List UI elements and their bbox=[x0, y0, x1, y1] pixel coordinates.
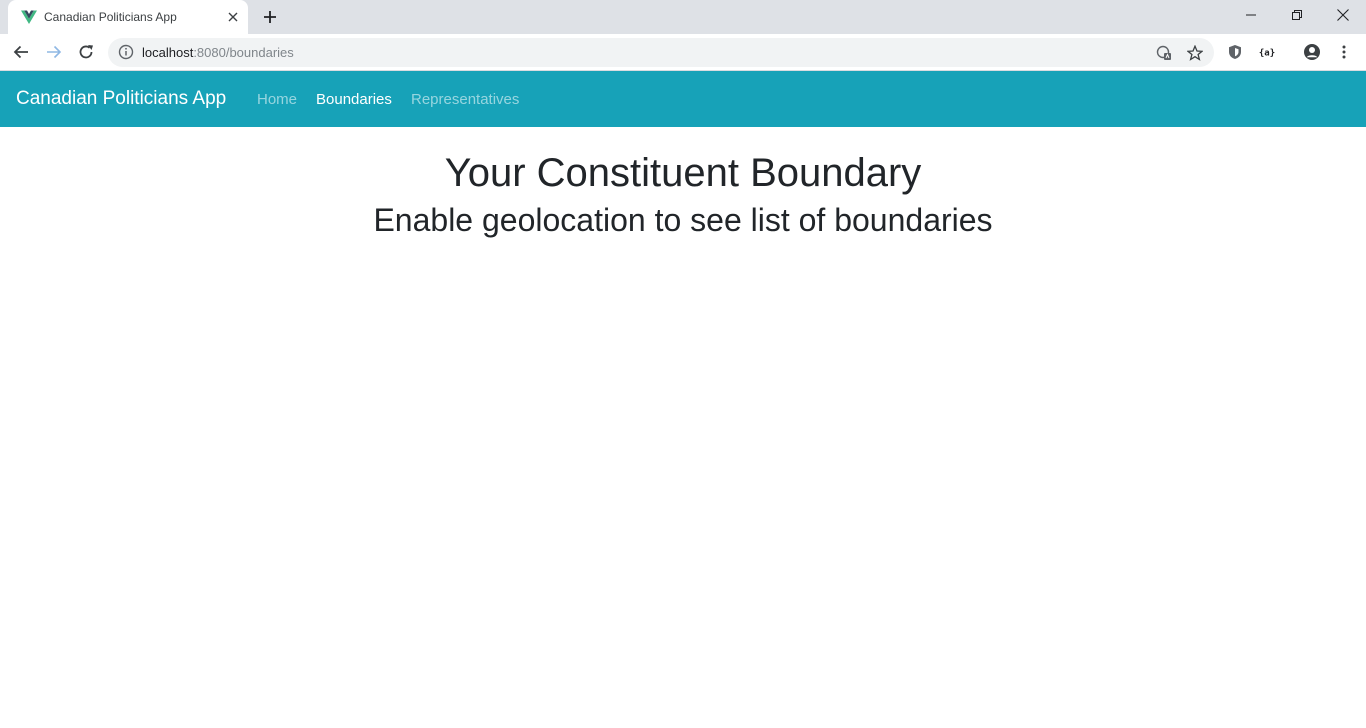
nav-link-boundaries[interactable]: Boundaries bbox=[316, 91, 392, 108]
more-vert-icon[interactable] bbox=[1330, 38, 1358, 66]
url-text[interactable]: localhost:8080/boundaries bbox=[142, 45, 294, 60]
url-path: :8080/boundaries bbox=[193, 45, 294, 60]
new-tab-icon[interactable] bbox=[258, 5, 282, 29]
star-icon[interactable] bbox=[1185, 43, 1205, 63]
profile-icon[interactable] bbox=[1298, 38, 1326, 66]
tab-title: Canadian Politicians App bbox=[44, 10, 177, 24]
nav-link-home[interactable]: Home bbox=[257, 91, 297, 108]
browser-toolbar: localhost:8080/boundaries {a} bbox=[0, 34, 1366, 71]
app-navbar: Canadian Politicians App Home Boundaries… bbox=[0, 71, 1366, 127]
info-icon[interactable] bbox=[118, 44, 134, 60]
translate-icon[interactable] bbox=[1154, 43, 1174, 63]
navbar-brand[interactable]: Canadian Politicians App bbox=[16, 88, 226, 110]
url-host: localhost bbox=[142, 45, 194, 60]
close-window-icon[interactable] bbox=[1320, 0, 1366, 30]
tab-strip: Canadian Politicians App bbox=[0, 0, 1366, 34]
svg-text:{a}: {a} bbox=[1259, 49, 1275, 59]
reload-icon[interactable] bbox=[72, 38, 100, 66]
restore-icon[interactable] bbox=[1274, 0, 1320, 30]
shield-icon[interactable] bbox=[1221, 38, 1249, 66]
tab-close-icon[interactable] bbox=[224, 8, 242, 26]
vue-logo-icon bbox=[21, 9, 37, 25]
minimize-icon[interactable] bbox=[1228, 0, 1274, 30]
address-bar[interactable]: localhost:8080/boundaries bbox=[108, 38, 1214, 67]
browser-tab[interactable]: Canadian Politicians App bbox=[8, 0, 248, 34]
page-title: Your Constituent Boundary bbox=[444, 151, 922, 195]
nav-link-representatives[interactable]: Representatives bbox=[411, 91, 519, 108]
json-icon[interactable]: {a} bbox=[1253, 38, 1281, 66]
main-content: Your Constituent Boundary Enable geoloca… bbox=[0, 127, 1366, 239]
forward-arrow-icon[interactable] bbox=[40, 38, 68, 66]
back-arrow-icon[interactable] bbox=[7, 38, 35, 66]
page-subtitle: Enable geolocation to see list of bounda… bbox=[373, 202, 993, 238]
